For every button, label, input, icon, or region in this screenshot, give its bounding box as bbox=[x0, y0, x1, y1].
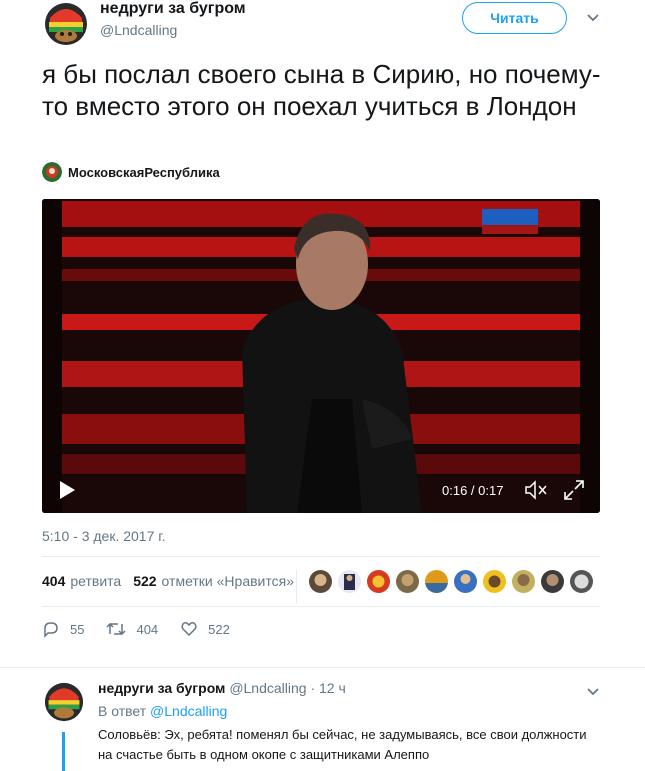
retweet-icon bbox=[106, 620, 126, 638]
liker-avatar[interactable] bbox=[570, 570, 593, 593]
likes-label: отметки «Нравится» bbox=[161, 573, 294, 589]
liker-avatar[interactable] bbox=[396, 570, 419, 593]
tweet-stats: 404 ретвита 522 отметки «Нравится» bbox=[42, 566, 306, 596]
thread-line bbox=[62, 732, 65, 771]
liker-avatar[interactable] bbox=[483, 570, 506, 593]
retweets-label: ретвита bbox=[70, 573, 122, 589]
tweet-actions: 55 404 522 bbox=[42, 618, 252, 640]
video-frame bbox=[42, 199, 600, 513]
reply-time[interactable]: · 12 ч bbox=[310, 680, 345, 696]
follow-button[interactable]: Читать bbox=[462, 2, 567, 34]
chevron-down-icon[interactable] bbox=[586, 684, 600, 698]
reply-display-name[interactable]: недруги за бугром bbox=[98, 680, 225, 696]
source-name[interactable]: МосковскаяРеспублика bbox=[68, 165, 220, 180]
liker-avatar[interactable] bbox=[309, 570, 332, 593]
mute-icon[interactable] bbox=[524, 479, 548, 501]
reply-icon bbox=[42, 620, 60, 638]
stats-divider bbox=[296, 570, 297, 604]
in-reply-to: В ответ @Lndcalling bbox=[98, 703, 227, 719]
retweets-stat[interactable]: 404 ретвита bbox=[42, 573, 121, 589]
retweet-button[interactable]: 404 bbox=[106, 620, 158, 638]
liker-avatar[interactable] bbox=[338, 570, 361, 593]
tweet-timestamp[interactable]: 5:10 - 3 дек. 2017 г. bbox=[42, 528, 166, 544]
liker-avatar[interactable] bbox=[425, 570, 448, 593]
divider bbox=[42, 606, 600, 607]
author-avatar[interactable] bbox=[44, 2, 88, 46]
source-avatar[interactable] bbox=[42, 162, 62, 182]
liker-avatars bbox=[309, 570, 593, 594]
author-handle[interactable]: @Lndcalling bbox=[100, 22, 177, 38]
reply-author-avatar[interactable] bbox=[44, 682, 84, 722]
video-time: 0:16 / 0:17 bbox=[442, 483, 504, 498]
likes-stat[interactable]: 522 отметки «Нравится» bbox=[133, 573, 294, 589]
chevron-down-icon[interactable] bbox=[586, 10, 600, 24]
tweet-text: я бы послал своего сына в Сирию, но поче… bbox=[42, 59, 601, 121]
liker-avatar[interactable] bbox=[541, 570, 564, 593]
author-display-name[interactable]: недруги за бугром bbox=[100, 0, 246, 18]
like-count: 522 bbox=[208, 621, 230, 637]
retweets-count: 404 bbox=[42, 573, 66, 589]
retweet-count: 404 bbox=[136, 621, 159, 637]
reply-button[interactable]: 55 bbox=[42, 620, 84, 638]
reply-text: Соловьёв: Эх, ребята! поменял бы сейчас,… bbox=[98, 727, 587, 762]
divider bbox=[42, 556, 600, 557]
liker-avatar[interactable] bbox=[454, 570, 477, 593]
in-reply-handle-link[interactable]: @Lndcalling bbox=[150, 703, 227, 719]
thread-divider bbox=[0, 667, 645, 668]
like-button[interactable]: 522 bbox=[180, 620, 230, 638]
heart-icon bbox=[180, 620, 198, 638]
reply-header: недруги за бугром @Lndcalling · 12 ч bbox=[98, 680, 346, 696]
video-player[interactable]: 0:16 / 0:17 bbox=[42, 199, 600, 513]
reply-count: 55 bbox=[70, 621, 85, 637]
reply-handle[interactable]: @Lndcalling bbox=[229, 680, 306, 696]
liker-avatar[interactable] bbox=[367, 570, 390, 593]
fullscreen-icon[interactable] bbox=[562, 478, 586, 502]
liker-avatar[interactable] bbox=[512, 570, 535, 593]
video-source[interactable]: МосковскаяРеспублика bbox=[42, 162, 220, 182]
likes-count: 522 bbox=[133, 573, 157, 589]
play-icon[interactable] bbox=[56, 479, 78, 501]
in-reply-prefix: В ответ bbox=[98, 703, 147, 719]
